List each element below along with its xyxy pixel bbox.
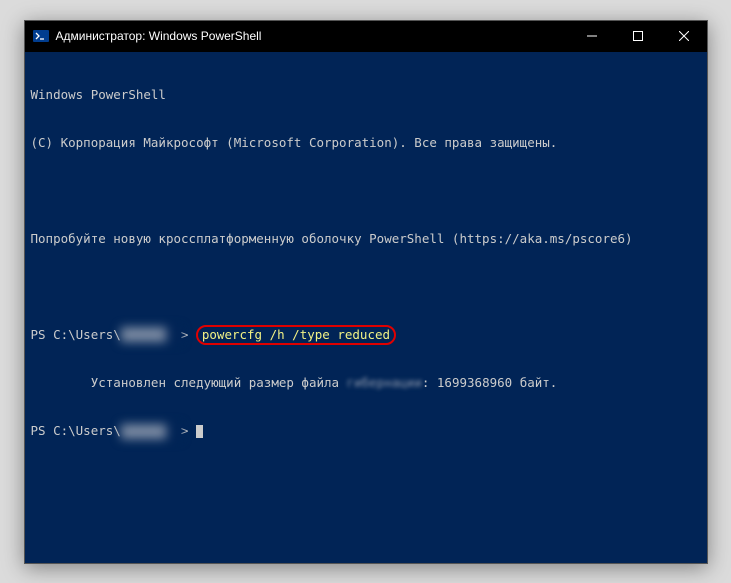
output-text-post: : 1699368960 байт. (422, 375, 557, 390)
maximize-button[interactable] (615, 21, 661, 52)
terminal-header-line-2: (C) Корпорация Майкрософт (Microsoft Cor… (31, 135, 701, 151)
prompt-prefix: PS C:\Users\ (31, 327, 121, 342)
redacted-username: ██████ (121, 327, 181, 343)
highlighted-command: powercfg /h /type reduced (196, 325, 396, 345)
output-indent (31, 375, 91, 390)
prompt-line-1: PS C:\Users\██████> powercfg /h /type re… (31, 327, 701, 344)
blank-line (31, 279, 701, 295)
prompt-prefix: PS C:\Users\ (31, 423, 121, 438)
close-button[interactable] (661, 21, 707, 52)
titlebar-left: Администратор: Windows PowerShell (25, 28, 262, 44)
window-controls (569, 21, 707, 52)
minimize-button[interactable] (569, 21, 615, 52)
redacted-username: ██████ (121, 424, 181, 440)
terminal-header-line-1: Windows PowerShell (31, 87, 701, 103)
powershell-window: Администратор: Windows PowerShell Window… (24, 20, 708, 564)
cursor (196, 425, 203, 438)
command-output-line: Установлен следующий размер файла гиберн… (31, 375, 701, 391)
output-smudged-word: гибернации (347, 375, 422, 390)
output-text-pre: Установлен следующий размер файла (91, 375, 347, 390)
terminal-body[interactable]: Windows PowerShell (C) Корпорация Майкро… (25, 52, 707, 563)
blank-line (31, 183, 701, 199)
terminal-promo-line: Попробуйте новую кроссплатформенную обол… (31, 231, 701, 247)
window-title: Администратор: Windows PowerShell (56, 29, 262, 43)
prompt-suffix: > (181, 423, 196, 438)
powershell-icon (33, 28, 49, 44)
titlebar[interactable]: Администратор: Windows PowerShell (25, 21, 707, 52)
prompt-suffix: > (181, 327, 196, 342)
prompt-line-2: PS C:\Users\██████> (31, 423, 701, 440)
